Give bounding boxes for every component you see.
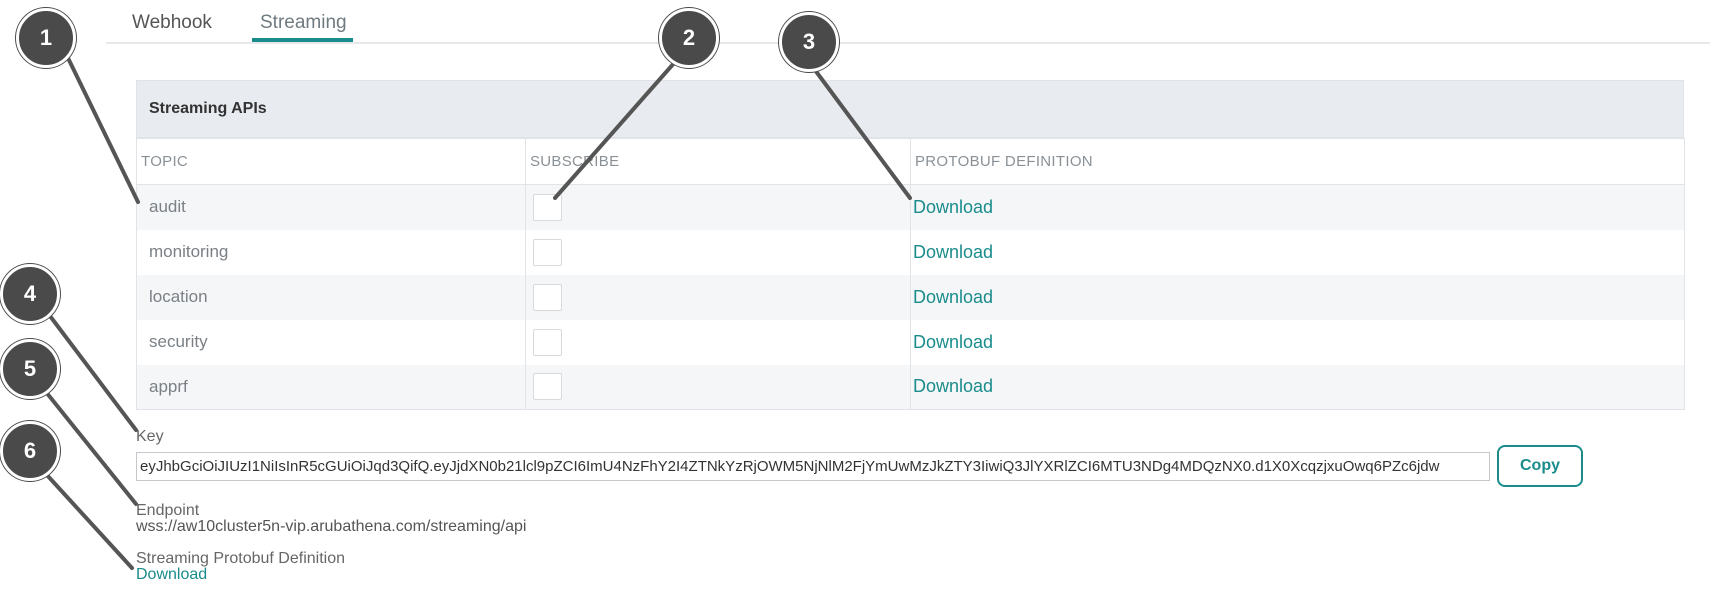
subscribe-checkbox[interactable]: [533, 283, 562, 311]
endpoint-value: wss://aw10cluster5n-vip.arubathena.com/s…: [136, 518, 527, 535]
table-row: audit Download: [136, 184, 1685, 230]
table-row: monitoring Download: [136, 229, 1685, 275]
topic-cell: location: [136, 274, 526, 320]
table-row: security Download: [136, 319, 1685, 365]
tab-streaming[interactable]: Streaming: [258, 12, 349, 34]
key-label: Key: [136, 428, 164, 445]
topic-cell: audit: [136, 184, 526, 230]
table-header-row: TOPIC SUBSCRIBE PROTOBUF DEFINITION: [136, 138, 1685, 185]
subscribe-checkbox[interactable]: [533, 328, 562, 356]
subscribe-checkbox[interactable]: [533, 238, 562, 266]
streaming-apis-panel: Streaming APIs TOPIC SUBSCRIBE PROTOBUF …: [136, 80, 1685, 410]
column-header-protobuf-definition: PROTOBUF DEFINITION: [910, 138, 1685, 185]
key-field[interactable]: [136, 452, 1490, 481]
copy-button[interactable]: Copy: [1497, 445, 1583, 487]
callout-badge-1: 1: [16, 8, 76, 68]
callout-badge-2: 2: [659, 8, 719, 68]
subscribe-checkbox[interactable]: [533, 193, 562, 221]
topic-cell: security: [136, 319, 526, 365]
protobuf-download-link[interactable]: Download: [913, 332, 993, 352]
protobuf-download-link[interactable]: Download: [913, 376, 993, 396]
column-header-topic: TOPIC: [136, 138, 526, 185]
subscribe-checkbox[interactable]: [533, 373, 562, 401]
protobuf-download-link[interactable]: Download: [913, 242, 993, 262]
callout-badge-3: 3: [779, 12, 839, 72]
callout-badge-4: 4: [0, 264, 60, 324]
tab-webhook[interactable]: Webhook: [130, 12, 214, 34]
active-tab-indicator: [252, 38, 353, 42]
callout-line-6: [44, 472, 134, 570]
streaming-topics-table: TOPIC SUBSCRIBE PROTOBUF DEFINITION audi…: [136, 138, 1685, 410]
panel-title: Streaming APIs: [136, 80, 1684, 138]
table-row: location Download: [136, 274, 1685, 320]
topic-cell: monitoring: [136, 229, 526, 275]
table-row: apprf Download: [136, 364, 1685, 410]
callout-line-1: [66, 56, 140, 204]
callout-badge-6: 6: [0, 421, 60, 481]
column-header-subscribe: SUBSCRIBE: [525, 138, 911, 185]
callout-line-4: [48, 314, 138, 432]
callout-badge-5: 5: [0, 339, 60, 399]
protobuf-download-link[interactable]: Download: [913, 287, 993, 307]
topic-cell: apprf: [136, 364, 526, 410]
protobuf-download-link[interactable]: Download: [913, 197, 993, 217]
protobuf-download-link-main[interactable]: Download: [136, 566, 207, 584]
